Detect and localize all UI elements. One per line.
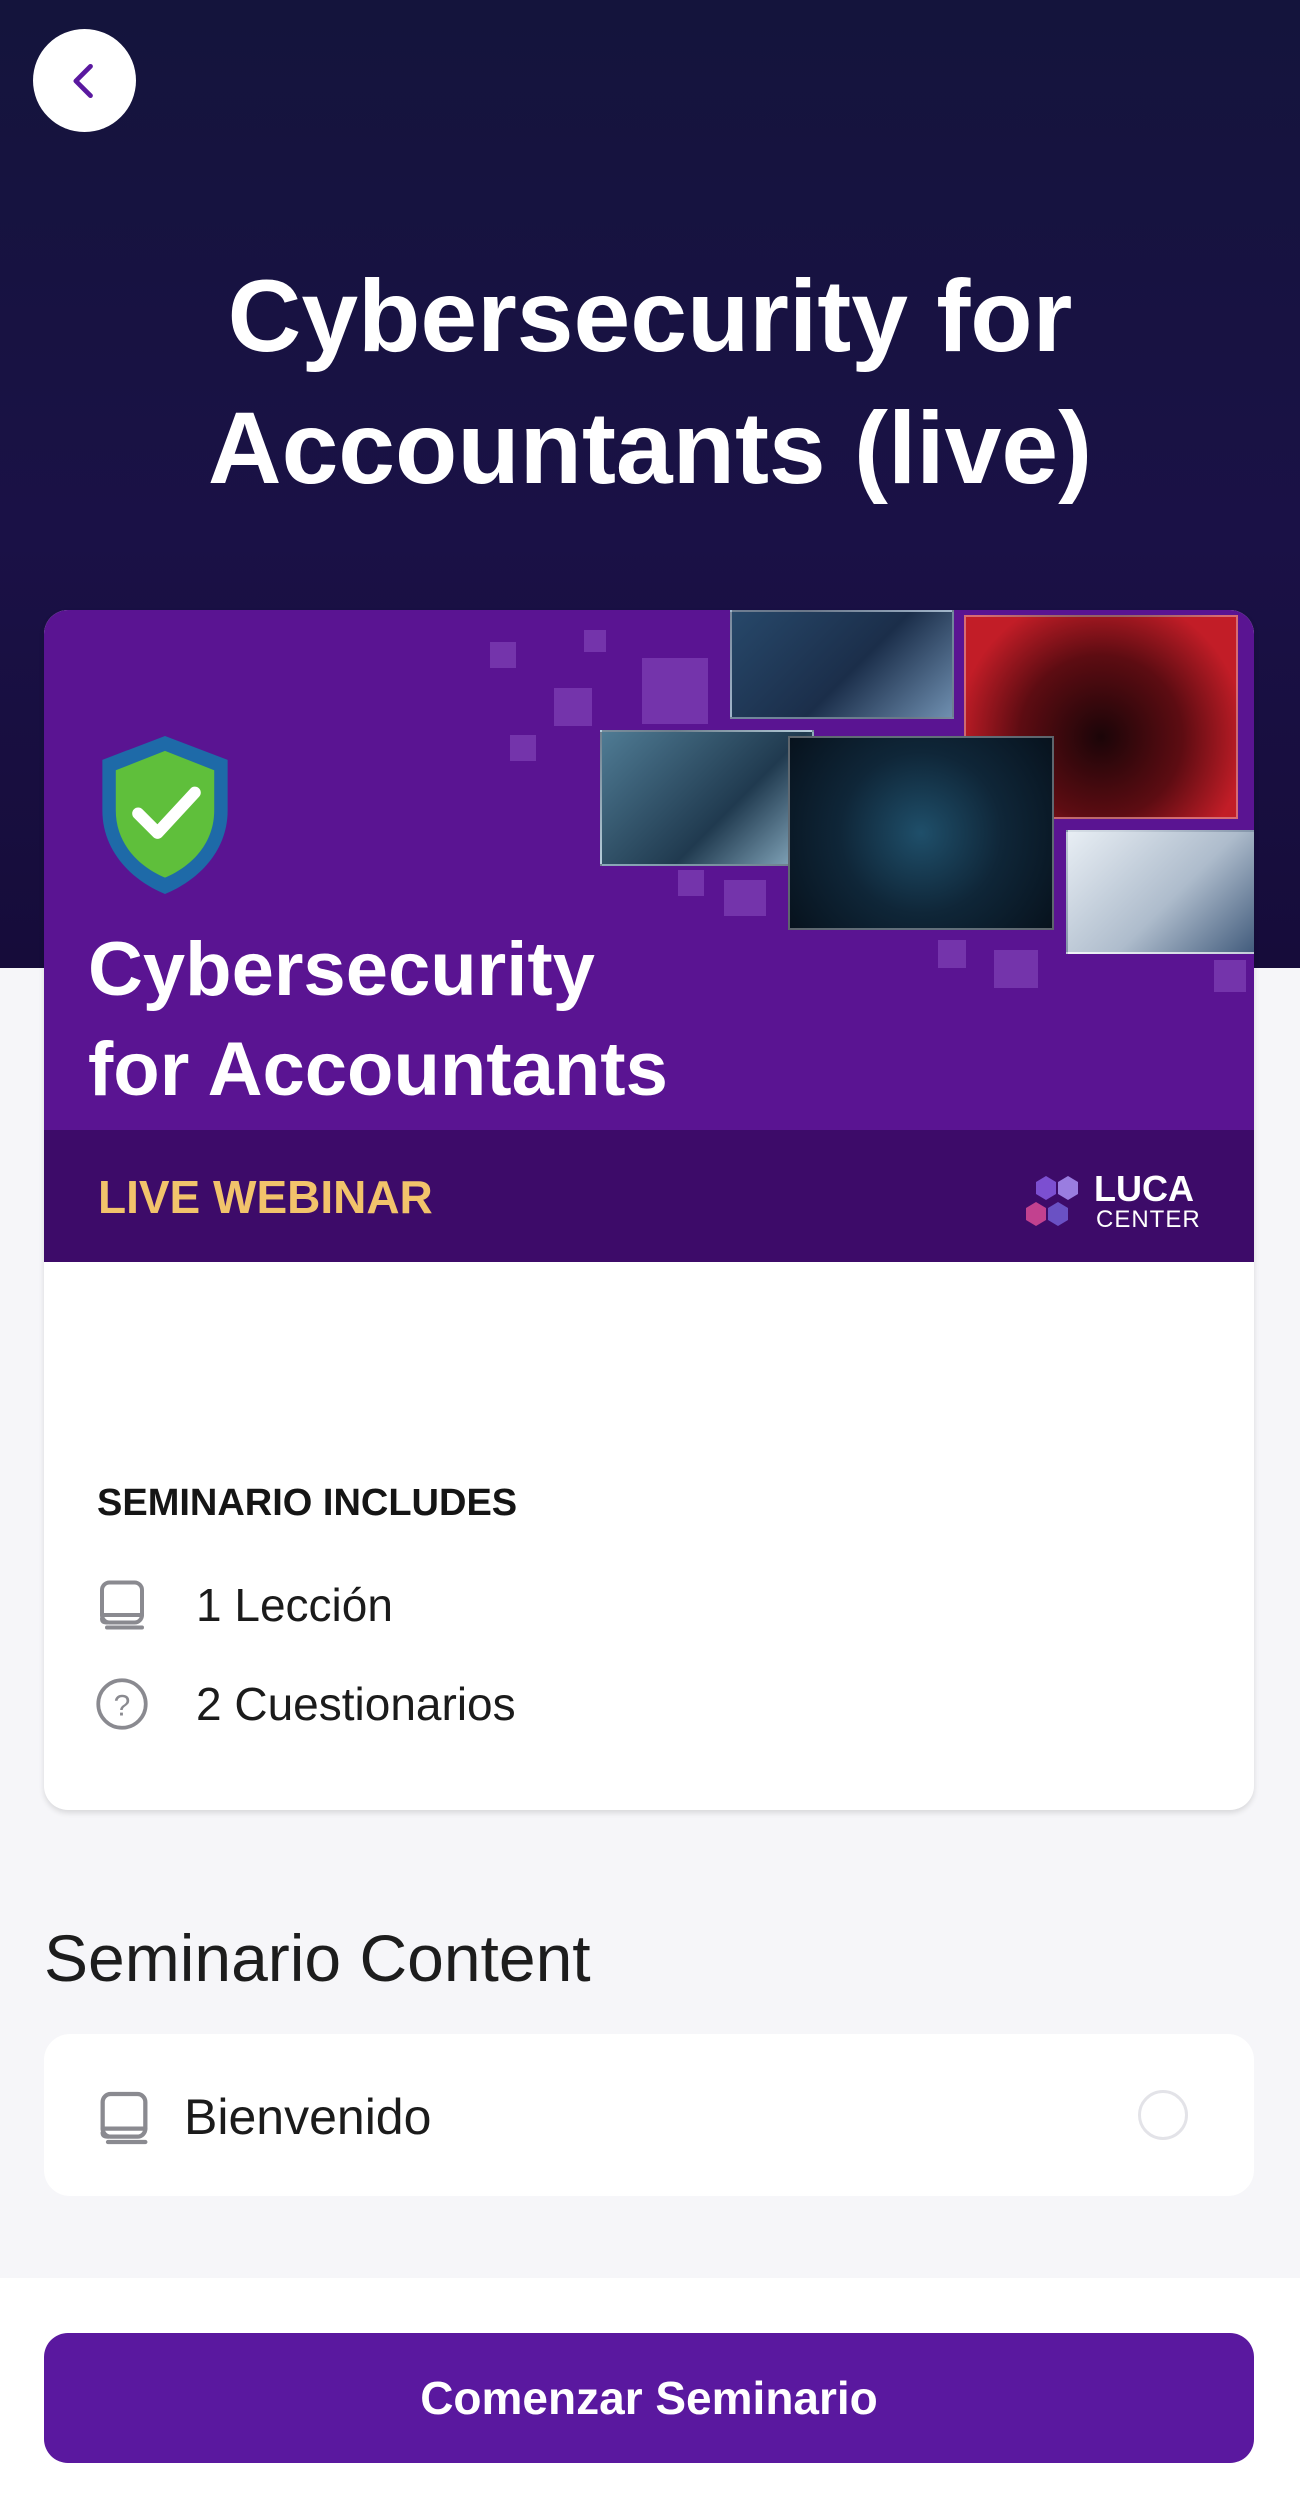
decorative-square xyxy=(584,630,606,652)
includes-heading: SEMINARIO INCLUDES xyxy=(97,1482,518,1524)
decorative-square xyxy=(642,658,708,724)
photo-business-people xyxy=(1066,830,1254,954)
photo-team-monitors xyxy=(730,610,954,719)
luca-center-logo: LUCA CENTER xyxy=(1024,1168,1224,1238)
back-button[interactable] xyxy=(33,29,136,132)
includes-item-label: 1 Lección xyxy=(196,1579,393,1631)
decorative-square xyxy=(938,940,966,968)
decorative-square xyxy=(678,870,704,896)
course-card: Cybersecurity for Accountants LIVE WEBIN… xyxy=(44,610,1254,1810)
includes-item-lessons: 1 Lección xyxy=(92,1570,393,1640)
decorative-square xyxy=(490,642,516,668)
lesson-status-radio[interactable] xyxy=(1138,2090,1188,2140)
decorative-square xyxy=(1214,960,1246,992)
start-seminar-button[interactable]: Comenzar Seminario xyxy=(44,2333,1254,2463)
decorative-square xyxy=(510,735,536,761)
question-circle-icon: ? xyxy=(96,1678,148,1730)
banner-title-line1: Cybersecurity xyxy=(88,927,595,1012)
decorative-square xyxy=(554,688,592,726)
banner-title-line2: for Accountants xyxy=(88,1027,668,1112)
photo-laptop-security xyxy=(600,730,814,866)
hexagon-logo-icon xyxy=(1026,1176,1078,1226)
includes-item-quizzes: ? 2 Cuestionarios xyxy=(92,1669,516,1739)
page-title: Cybersecurity for Accountants (live) xyxy=(207,259,1093,505)
book-icon xyxy=(100,1580,144,1630)
book-icon xyxy=(100,2091,148,2145)
banner-title: Cybersecurity for Accountants xyxy=(88,920,788,1120)
photo-radar-lock xyxy=(788,736,1054,930)
lesson-label: Bienvenido xyxy=(184,2089,432,2145)
course-banner: Cybersecurity for Accountants LIVE WEBIN… xyxy=(44,610,1254,1262)
logo-text-center: CENTER xyxy=(1096,1206,1201,1233)
decorative-square xyxy=(724,880,766,916)
decorative-square xyxy=(994,950,1038,988)
shield-check-icon xyxy=(102,735,228,895)
banner-webinar-label: LIVE WEBINAR xyxy=(98,1171,433,1223)
svg-text:?: ? xyxy=(114,1689,131,1722)
includes-item-label: 2 Cuestionarios xyxy=(196,1678,516,1730)
logo-text-luca: LUCA xyxy=(1094,1168,1194,1209)
chevron-left-icon xyxy=(72,63,93,98)
section-title: Seminario Content xyxy=(44,1921,591,1995)
lesson-item[interactable]: Bienvenido xyxy=(44,2034,1254,2196)
